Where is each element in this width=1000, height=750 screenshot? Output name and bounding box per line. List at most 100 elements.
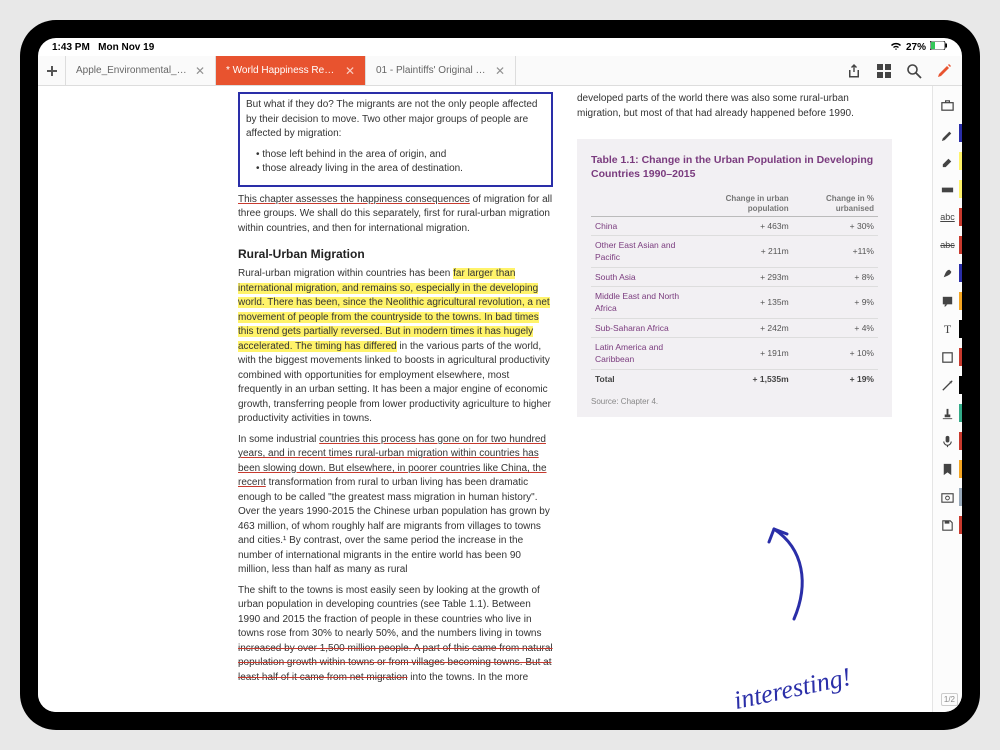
page-content: But what if they do? The migrants are no… — [38, 86, 932, 712]
table-card: Table 1.1: Change in the Urban Populatio… — [577, 139, 892, 417]
tool-photo[interactable] — [933, 484, 962, 510]
share-icon[interactable] — [846, 63, 862, 79]
table-row: South Asia+ 293m+ 8% — [591, 267, 878, 286]
close-icon[interactable]: ✕ — [195, 64, 205, 78]
table-cell: + 1,535m — [693, 369, 793, 388]
tool-stamp[interactable] — [933, 400, 962, 426]
tool-strikethrough[interactable]: abc — [933, 232, 962, 258]
tab-apple-env[interactable]: Apple_Environmental_R... ✕ — [66, 56, 216, 85]
tab-bar: Apple_Environmental_R... ✕ * World Happi… — [38, 56, 962, 86]
tool-highlight[interactable] — [933, 176, 962, 202]
document-area: But what if they do? The migrants are no… — [38, 86, 962, 712]
table-row: Latin America and Caribbean+ 191m+ 10% — [591, 337, 878, 369]
grid-icon[interactable] — [876, 63, 892, 79]
color-tick — [959, 236, 962, 254]
table-cell: + 19% — [793, 369, 878, 388]
tool-rail: abc abc T 1/2 — [932, 86, 962, 712]
col-header: Change in urban population — [693, 191, 793, 216]
tab-plaintiffs[interactable]: 01 - Plaintiffs' Original P... ✕ — [366, 56, 516, 85]
tab-label: * World Happiness Repo... — [226, 65, 337, 76]
table-cell: Latin America and Caribbean — [591, 337, 693, 369]
tool-audio[interactable] — [933, 428, 962, 454]
color-tick — [959, 152, 962, 170]
table-row: Sub-Saharan Africa+ 242m+ 4% — [591, 318, 878, 337]
tool-text[interactable]: T — [933, 316, 962, 342]
table-cell: + 10% — [793, 337, 878, 369]
bullet-list: those left behind in the area of origin,… — [256, 148, 545, 177]
status-left: 1:43 PM Mon Nov 19 — [52, 42, 154, 53]
color-tick — [959, 348, 962, 366]
table-cell: Sub-Saharan Africa — [591, 318, 693, 337]
table-cell: South Asia — [591, 267, 693, 286]
color-tick — [959, 404, 962, 422]
boxed-annotation: But what if they do? The migrants are no… — [238, 92, 553, 187]
page-canvas[interactable]: But what if they do? The migrants are no… — [38, 86, 932, 712]
color-tick — [959, 460, 962, 478]
ipad-frame: 1:43 PM Mon Nov 19 27% Apple_Environment… — [20, 20, 980, 730]
status-time: 1:43 PM — [52, 42, 90, 53]
close-icon[interactable]: ✕ — [345, 64, 355, 78]
tool-sticky-note[interactable] — [933, 288, 962, 314]
new-tab-button[interactable] — [38, 56, 66, 85]
table-cell: + 463m — [693, 216, 793, 235]
tool-shape[interactable] — [933, 344, 962, 370]
body-text: In some industrial countries this proces… — [238, 433, 553, 578]
tool-pen[interactable] — [933, 120, 962, 146]
tool-bookmark[interactable] — [933, 456, 962, 482]
section-heading: Rural-Urban Migration — [238, 246, 553, 263]
table-cell: Total — [591, 369, 693, 388]
tool-marker[interactable] — [933, 148, 962, 174]
edit-pencil-icon[interactable] — [936, 63, 952, 79]
color-tick — [959, 488, 962, 506]
col-header — [591, 191, 693, 216]
wifi-icon — [890, 41, 902, 54]
body-text: But what if they do? The migrants are no… — [246, 98, 545, 142]
table-cell: + 4% — [793, 318, 878, 337]
table-row: Middle East and North Africa+ 135m+ 9% — [591, 286, 878, 318]
table-row: Other East Asian and Pacific+ 211m+11% — [591, 236, 878, 268]
bullet-item: those already living in the area of dest… — [256, 162, 545, 177]
table-total-row: Total+ 1,535m+ 19% — [591, 369, 878, 388]
color-tick — [959, 208, 962, 226]
color-tick — [959, 516, 962, 534]
col-header: Change in % urbanised — [793, 191, 878, 216]
table-cell: +11% — [793, 236, 878, 268]
close-icon[interactable]: ✕ — [495, 64, 505, 78]
table-cell: China — [591, 216, 693, 235]
table-cell: + 191m — [693, 337, 793, 369]
tool-underline[interactable]: abc — [933, 204, 962, 230]
tool-line-arrow[interactable] — [933, 372, 962, 398]
tool-ink[interactable] — [933, 260, 962, 286]
tool-briefcase[interactable] — [933, 92, 962, 118]
color-tick — [959, 320, 962, 338]
color-tick — [959, 180, 962, 198]
underlined-text: This chapter assesses the happiness cons… — [238, 194, 470, 205]
table-cell: + 8% — [793, 267, 878, 286]
color-tick — [959, 292, 962, 310]
table-cell: + 293m — [693, 267, 793, 286]
color-tick — [959, 376, 962, 394]
search-icon[interactable] — [906, 63, 922, 79]
bullet-item: those left behind in the area of origin,… — [256, 148, 545, 163]
table-source: Source: Chapter 4. — [591, 396, 878, 408]
tool-save[interactable] — [933, 512, 962, 538]
table-title: Table 1.1: Change in the Urban Populatio… — [591, 153, 878, 181]
tab-label: Apple_Environmental_R... — [76, 65, 187, 76]
table-cell: + 211m — [693, 236, 793, 268]
table-cell: + 9% — [793, 286, 878, 318]
battery-pct: 27% — [906, 42, 926, 53]
battery-icon — [930, 41, 948, 53]
top-actions — [836, 56, 962, 85]
table-cell: Other East Asian and Pacific — [591, 236, 693, 268]
table-cell: + 30% — [793, 216, 878, 235]
tab-label: 01 - Plaintiffs' Original P... — [376, 65, 487, 76]
tab-world-happiness[interactable]: * World Happiness Repo... ✕ — [216, 56, 366, 85]
data-table: Change in urban population Change in % u… — [591, 191, 878, 388]
table-cell: + 135m — [693, 286, 793, 318]
screen: 1:43 PM Mon Nov 19 27% Apple_Environment… — [38, 38, 962, 712]
page-counter[interactable]: 1/2 — [941, 693, 958, 706]
color-tick — [959, 432, 962, 450]
color-tick — [959, 264, 962, 282]
status-bar: 1:43 PM Mon Nov 19 27% — [38, 38, 962, 56]
body-text: Rural-urban migration within countries h… — [238, 267, 553, 427]
